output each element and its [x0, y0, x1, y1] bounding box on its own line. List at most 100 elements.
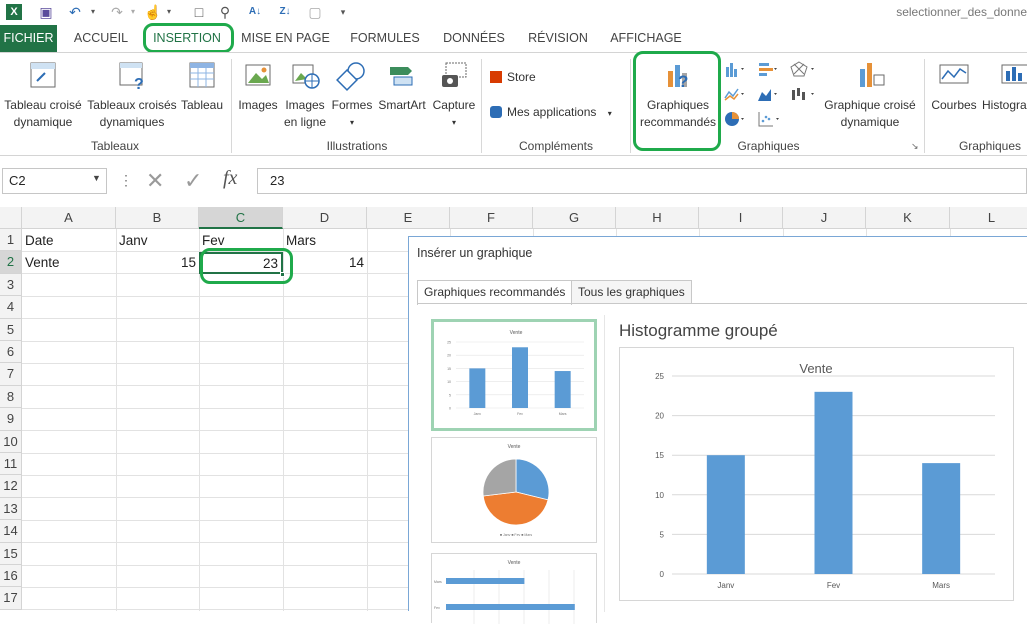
row-header-14[interactable]: 14: [0, 520, 22, 543]
touch-dropdown-icon[interactable]: ▾: [160, 3, 178, 21]
pivot-table-button[interactable]: Tableau croisé dynamique: [2, 53, 84, 131]
formula-input[interactable]: 23: [257, 168, 1027, 194]
sort-asc-icon[interactable]: A↓: [246, 3, 264, 21]
bar-janv: [706, 455, 745, 574]
sparkline-line-button[interactable]: Courbes: [928, 53, 980, 114]
insert-function-icon[interactable]: fx: [223, 167, 237, 190]
undo-icon[interactable]: ↶: [66, 3, 84, 21]
col-header-F[interactable]: F: [450, 207, 533, 229]
radar-chart-icon[interactable]: [790, 61, 816, 77]
my-apps-button[interactable]: Mes applications ▾: [490, 104, 625, 122]
sparkline-column-label: Histogra: [982, 98, 1027, 112]
row-header-6[interactable]: 6: [0, 341, 22, 364]
row-header-1[interactable]: 1: [0, 229, 22, 252]
bar-chart-icon[interactable]: [757, 61, 779, 77]
tab-data[interactable]: DONNÉES: [437, 25, 511, 52]
select-all-corner[interactable]: [0, 207, 22, 229]
cell-B2[interactable]: 15: [116, 252, 199, 274]
name-box-dropdown-icon[interactable]: ▼: [92, 173, 101, 183]
cancel-icon[interactable]: ✕: [146, 168, 164, 194]
thumb-title: Vente: [508, 560, 521, 566]
col-header-B[interactable]: B: [116, 207, 199, 229]
col-header-L[interactable]: L: [950, 207, 1027, 229]
row-header-10[interactable]: 10: [0, 430, 22, 453]
save-icon[interactable]: ▣: [37, 3, 55, 21]
new-file-icon[interactable]: □: [190, 3, 208, 21]
divider: [417, 303, 1027, 304]
row-header-17[interactable]: 17: [0, 587, 22, 610]
cell-c2-highlight: [200, 248, 293, 284]
tab-formulas[interactable]: FORMULES: [345, 25, 425, 52]
thumb-pie-chart[interactable]: Vente ■ Janv ■ Fev ■ Mars: [431, 437, 597, 543]
row-header-15[interactable]: 15: [0, 542, 22, 565]
tab-file[interactable]: FICHIER: [0, 25, 57, 52]
thumb-column-chart[interactable]: Vente 25 20 15 10 5 0 Janv Fev Mars: [431, 319, 597, 431]
area-chart-icon[interactable]: [757, 86, 779, 102]
capture-button[interactable]: Capture ▾: [430, 53, 478, 131]
col-header-G[interactable]: G: [533, 207, 616, 229]
col-header-I[interactable]: I: [699, 207, 783, 229]
enter-icon[interactable]: ✓: [184, 168, 202, 194]
undo-dropdown-icon[interactable]: ▾: [84, 3, 102, 21]
row-header-13[interactable]: 13: [0, 497, 22, 521]
cell-A1[interactable]: Date: [22, 230, 116, 252]
row-header-12[interactable]: 12: [0, 475, 22, 498]
col-header-H[interactable]: H: [616, 207, 699, 229]
col-header-J[interactable]: J: [783, 207, 866, 229]
row-header-4[interactable]: 4: [0, 296, 22, 319]
cell-D1[interactable]: Mars: [283, 230, 367, 252]
thumb-pie-chart-svg: Vente ■ Janv ■ Fev ■ Mars: [482, 444, 550, 537]
insert-chart-dialog: Insérer un graphique Graphiques recomman…: [408, 236, 1027, 624]
thumb-y-tick: Fev: [434, 606, 440, 610]
tab-recommended-charts[interactable]: Graphiques recommandés: [417, 280, 573, 305]
sparkline-column-button[interactable]: Histogra: [982, 53, 1027, 114]
open-icon[interactable]: ▢: [306, 3, 324, 21]
column-chart-icon[interactable]: [724, 61, 746, 77]
cell-D2[interactable]: 14: [283, 252, 367, 274]
cell-B1[interactable]: Janv: [116, 230, 199, 252]
row-header-3[interactable]: 3: [0, 273, 22, 297]
thumb-title: Vente: [510, 330, 523, 336]
bar-mars: [922, 463, 961, 574]
scatter-chart-icon[interactable]: [757, 111, 783, 127]
smartart-button[interactable]: SmartArt: [376, 53, 428, 114]
images-button[interactable]: Images: [236, 53, 280, 114]
pie-chart-icon[interactable]: [724, 111, 746, 127]
recommended-pivot-button[interactable]: ? Tableaux croisés dynamiques: [86, 53, 178, 131]
row-header-7[interactable]: 7: [0, 363, 22, 386]
my-apps-dropdown-icon: ▾: [607, 109, 612, 118]
row-header-2[interactable]: 2: [0, 251, 22, 274]
tab-review[interactable]: RÉVISION: [522, 25, 594, 52]
row-header-16[interactable]: 16: [0, 565, 22, 588]
col-header-C[interactable]: C: [199, 207, 283, 229]
row-header-8[interactable]: 8: [0, 385, 22, 409]
tab-all-charts[interactable]: Tous les graphiques: [571, 280, 692, 304]
col-header-D[interactable]: D: [283, 207, 367, 229]
row-header-5[interactable]: 5: [0, 318, 22, 341]
sort-desc-icon[interactable]: Z↓: [276, 3, 294, 21]
row-header-9[interactable]: 9: [0, 408, 22, 431]
line-chart-icon[interactable]: [724, 86, 746, 102]
col-header-K[interactable]: K: [866, 207, 950, 229]
dialog-launcher-icon[interactable]: ↘: [911, 141, 919, 152]
store-button[interactable]: Store: [490, 69, 550, 86]
thumb-bar-chart[interactable]: Vente Mars Fev: [431, 553, 597, 624]
stock-chart-icon[interactable]: [790, 86, 816, 102]
col-header-A[interactable]: A: [22, 207, 116, 229]
row-header-11[interactable]: 11: [0, 453, 22, 476]
table-button[interactable]: Tableau: [178, 53, 226, 114]
customize-qat-icon[interactable]: ▾: [334, 3, 352, 21]
cell-A2[interactable]: Vente: [22, 252, 116, 274]
online-images-button[interactable]: Images en ligne: [281, 53, 329, 131]
thumb-bar-chart-svg: Vente Mars Fev: [434, 560, 575, 624]
shapes-button[interactable]: Formes ▾: [329, 53, 375, 131]
pivot-chart-icon: [860, 63, 885, 87]
col-header-E[interactable]: E: [367, 207, 450, 229]
tab-home[interactable]: ACCUEIL: [66, 25, 136, 52]
print-preview-icon[interactable]: ⚲: [216, 3, 234, 21]
redo-dropdown-icon[interactable]: ▾: [124, 3, 142, 21]
tab-page-layout[interactable]: MISE EN PAGE: [238, 25, 333, 52]
pivot-chart-button[interactable]: Graphique croisé dynamique: [820, 53, 920, 131]
more-options-icon[interactable]: ⋮: [119, 172, 133, 189]
tab-view[interactable]: AFFICHAGE: [605, 25, 687, 52]
